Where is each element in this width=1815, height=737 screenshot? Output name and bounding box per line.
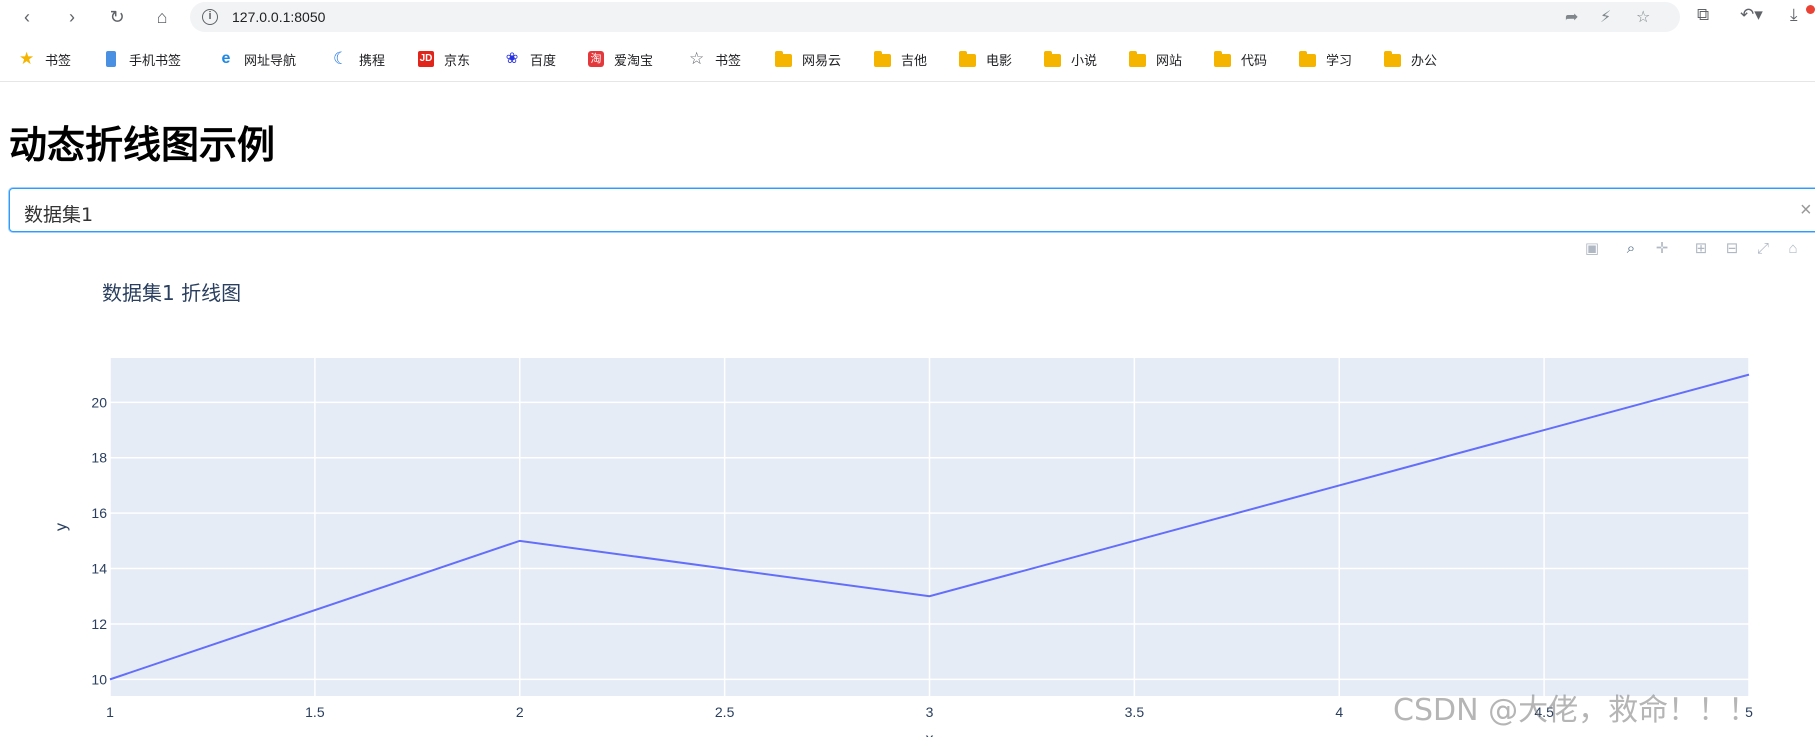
reload-icon[interactable]: ↻	[104, 4, 130, 30]
pan-icon[interactable]: ✛	[1653, 240, 1671, 258]
bookmark-folder[interactable]: 吉他	[874, 48, 927, 70]
y-tick-label: 10	[91, 671, 107, 687]
bookmark-label: 电影	[986, 52, 1013, 68]
bookmark-label: 代码	[1241, 52, 1268, 68]
folder-icon	[1384, 50, 1401, 67]
line-chart: 11.522.533.544.55 101214161820 y x	[53, 358, 1753, 737]
baidu-paw-icon: ❀	[505, 50, 519, 67]
bookmark-item[interactable]: 手机书签	[103, 48, 181, 70]
x-tick-label: 2.5	[715, 704, 735, 720]
chart-title: 数据集1 折线图	[102, 281, 242, 305]
bookmark-folder[interactable]: 办公	[1384, 48, 1437, 70]
forward-icon[interactable]: ›	[59, 4, 85, 30]
y-tick-label: 18	[91, 450, 107, 466]
page-title: 动态折线图示例	[9, 123, 276, 167]
folder-icon	[1129, 50, 1146, 67]
x-axis-label: x	[926, 731, 934, 737]
star-filled-icon: ★	[19, 49, 35, 68]
browser-toolbar: ‹ › ↻ ⌂ i 127.0.0.1:8050 ➦ ⚡︎ ☆ ⧉ ↶▾ ⤓	[0, 0, 1815, 34]
bookmark-item[interactable]: ☆ 书签	[689, 48, 741, 70]
x-tick-label: 3.5	[1125, 704, 1145, 720]
bookmark-label: 书签	[715, 52, 742, 68]
camera-icon[interactable]: ▣	[1583, 240, 1601, 258]
bookmarks-divider	[0, 81, 1815, 82]
x-tick-label: 1.5	[305, 704, 325, 720]
address-bar[interactable]: i 127.0.0.1:8050 ➦ ⚡︎ ☆	[190, 2, 1680, 32]
dataset-dropdown[interactable]: 数据集1 ×	[9, 188, 1815, 232]
x-tick-label: 4	[1335, 704, 1343, 720]
star-outline-icon: ☆	[689, 49, 705, 68]
bookmark-label: 办公	[1411, 52, 1438, 68]
y-tick-label: 16	[91, 505, 107, 521]
bookmark-item[interactable]: JD 京东	[418, 48, 470, 70]
mobile-icon	[106, 51, 116, 67]
bookmark-item[interactable]: e 网址导航	[218, 48, 296, 70]
bookmark-folder[interactable]: 学习	[1299, 48, 1352, 70]
ctrip-icon: ☾	[333, 49, 349, 68]
clear-icon[interactable]: ×	[1800, 199, 1812, 222]
ie-icon: e	[221, 50, 231, 67]
download-badge	[1806, 5, 1815, 14]
bookmark-folder[interactable]: 网易云	[775, 48, 841, 70]
y-tick-label: 14	[91, 561, 107, 577]
y-tick-label: 20	[91, 394, 107, 410]
bookmark-item[interactable]: ❀ 百度	[504, 48, 556, 70]
bookmark-label: 书签	[45, 52, 72, 68]
share-icon[interactable]: ➦	[1565, 7, 1578, 27]
site-info-icon[interactable]: i	[202, 9, 218, 25]
bookmark-label: 手机书签	[129, 52, 182, 68]
folder-icon	[1044, 50, 1061, 67]
extensions-icon[interactable]: ⧉	[1697, 5, 1709, 25]
bookmarks-bar: ★ 书签 手机书签 e 网址导航 ☾ 携程 JD 京东 ❀ 百度 淘 爱淘宝 ☆…	[0, 40, 1815, 78]
bookmark-label: 吉他	[901, 52, 928, 68]
x-tick-label: 1	[106, 704, 114, 720]
zoom-in-icon[interactable]: ⊞	[1692, 240, 1710, 258]
bookmark-label: 网易云	[802, 52, 842, 68]
url-text[interactable]: 127.0.0.1:8050	[232, 9, 325, 25]
y-tick-labels: 10 12 14 16 18 20	[91, 394, 107, 687]
bookmark-label: 网址导航	[244, 52, 297, 68]
y-tick-label: 12	[91, 616, 107, 632]
y-axis-label: y	[53, 523, 70, 531]
bookmark-folder[interactable]: 代码	[1214, 48, 1267, 70]
bookmark-item[interactable]: 淘 爱淘宝	[588, 48, 653, 70]
bookmark-folder[interactable]: 小说	[1044, 48, 1097, 70]
bookmark-label: 携程	[359, 52, 386, 68]
folder-icon	[775, 50, 792, 67]
bookmark-folder[interactable]: 网站	[1129, 48, 1182, 70]
bookmark-label: 爱淘宝	[614, 52, 654, 68]
zoom-icon[interactable]: ⌕	[1622, 240, 1640, 258]
folder-icon	[874, 50, 891, 67]
bookmark-folder[interactable]: 电影	[959, 48, 1012, 70]
bookmark-label: 京东	[444, 52, 471, 68]
bookmark-label: 学习	[1326, 52, 1353, 68]
lightning-icon[interactable]: ⚡︎	[1600, 7, 1611, 27]
zoom-out-icon[interactable]: ⊟	[1723, 240, 1741, 258]
reset-axes-icon[interactable]: ⌂	[1784, 240, 1802, 258]
home-icon[interactable]: ⌂	[149, 4, 175, 30]
bookmark-item[interactable]: ☾ 携程	[333, 48, 385, 70]
x-tick-label: 2	[516, 704, 524, 720]
x-tick-label: 3	[926, 704, 934, 720]
back-icon[interactable]: ‹	[14, 4, 40, 30]
watermark: CSDN @大佬，救命！！！	[1393, 693, 1759, 728]
folder-icon	[959, 50, 976, 67]
download-icon[interactable]: ⤓	[1790, 5, 1798, 25]
folder-icon	[1299, 50, 1316, 67]
bookmark-star-icon[interactable]: ☆	[1636, 7, 1650, 27]
bookmark-label: 百度	[530, 52, 557, 68]
undo-menu-icon[interactable]: ↶▾	[1740, 5, 1763, 25]
jd-icon: JD	[418, 51, 434, 67]
bookmark-label: 网站	[1156, 52, 1183, 68]
bookmark-label: 小说	[1071, 52, 1098, 68]
taobao-icon: 淘	[588, 51, 604, 67]
autoscale-icon[interactable]: ⤢	[1754, 240, 1772, 258]
folder-icon	[1214, 50, 1231, 67]
bookmark-item[interactable]: ★ 书签	[19, 48, 71, 70]
dropdown-selected-value: 数据集1	[24, 204, 94, 226]
